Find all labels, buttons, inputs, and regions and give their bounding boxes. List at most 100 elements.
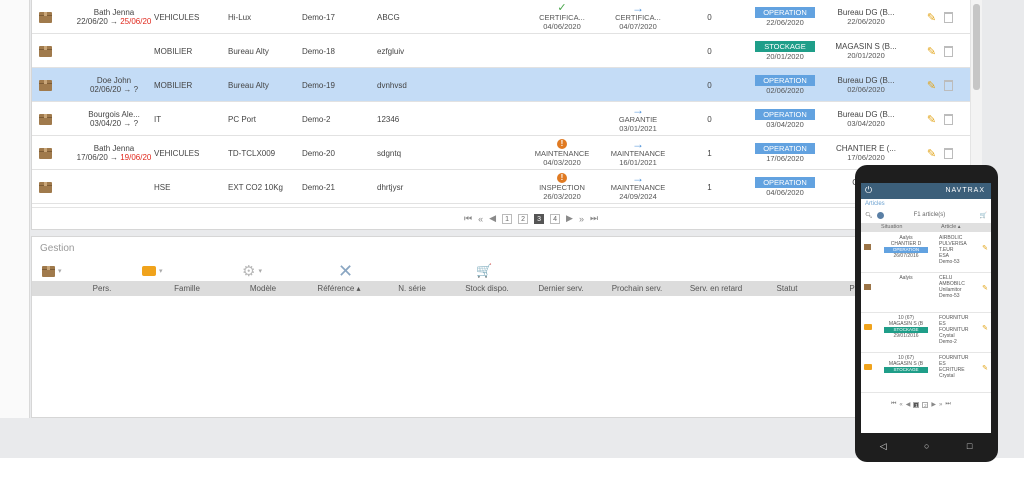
col-header-last-service[interactable]: Dernier serv.	[526, 281, 596, 296]
site-name: Bureau DG (B...	[837, 110, 895, 119]
phone-situation: Aalyis CHANTIER D OPERATION 26/07/2016	[875, 235, 937, 259]
phone-article-line-4: Demo-53	[939, 293, 960, 299]
row-icon-cell	[36, 68, 54, 102]
next-service-cell: → MAINTENANCE 16/01/2021	[598, 136, 678, 170]
date-to: ?	[133, 85, 139, 94]
edit-icon[interactable]: ✎	[927, 11, 936, 24]
clear-button[interactable]: ✕	[338, 261, 353, 281]
phone-head-article[interactable]: Article ▴	[941, 224, 961, 230]
phone-status-badge: STOCKAGE	[884, 367, 928, 373]
table-row[interactable]: Bath Jenna 17/06/20 → 19/06/20 VEHICULES TD…	[32, 136, 970, 170]
edit-icon[interactable]: ✎	[927, 79, 936, 92]
phone-pager: ⏮ « ◀ 1 2 ▶ » ⏭	[891, 401, 951, 408]
row-icon-cell	[36, 34, 54, 68]
phone-pager-first[interactable]: ⏮	[891, 401, 896, 408]
envelope-filter-dropdown[interactable]: ▾	[142, 261, 163, 281]
pager-page-4[interactable]: 4	[550, 213, 561, 224]
next-service-date: 16/01/2021	[619, 158, 657, 167]
cart-button[interactable]: 🛒	[476, 261, 492, 281]
phone-pager-last[interactable]: ⏭	[945, 401, 950, 408]
pager-next-fast-button[interactable]: »	[579, 214, 584, 224]
next-service-label: GARANTIE	[618, 115, 658, 124]
settings-dropdown[interactable]: ⚙ ▾	[242, 261, 262, 281]
box-filter-dropdown[interactable]: ▾	[42, 261, 62, 281]
phone-list-item[interactable]: 10 (6?) MAGASIN S (B STOCKAGE 29/01/2016 FOU…	[861, 313, 991, 353]
home-icon[interactable]: ○	[924, 441, 929, 451]
phone-pager-next[interactable]: ▶	[931, 401, 936, 408]
pager-prev-button[interactable]: ◀	[489, 213, 496, 224]
trash-icon[interactable]	[944, 11, 954, 23]
col-header-stock[interactable]: Stock dispo.	[452, 281, 522, 296]
phone-article: FOURNITUR ES FOURNITUR Crystal Demo-2	[939, 315, 979, 345]
table-row[interactable]: HSE EXT CO2 10Kg Demo-21 dhrtjysr! INSPECTIO…	[32, 170, 970, 204]
trash-icon[interactable]	[944, 113, 954, 125]
search-icon[interactable]: 🔍︎	[865, 212, 873, 219]
col-header-late-services[interactable]: Serv. en retard	[678, 281, 754, 296]
person-name: Bath Jenna	[93, 144, 135, 153]
table-row[interactable]: Doe John 02/06/20 → ? MOBILIER Bureau Alty D…	[32, 68, 970, 102]
phone-list-item[interactable]: 10 (67) MAGASIN S (B STOCKAGE FOURNITUR ES EC…	[861, 353, 991, 393]
phone-list-item[interactable]: Aalyis CHANTIER D OPERATION 26/07/2016 AIRBO…	[861, 233, 991, 273]
pager-page-2[interactable]: 2	[518, 213, 529, 224]
col-header-serial[interactable]: N. série	[377, 281, 447, 296]
power-icon[interactable]: ⏻	[865, 185, 872, 196]
edit-icon[interactable]: ✎	[927, 113, 936, 126]
model-cell: Bureau Alty	[228, 46, 269, 56]
edit-icon[interactable]: ✎	[982, 324, 988, 332]
pager-page-1[interactable]: 1	[502, 213, 513, 224]
edit-icon[interactable]: ✎	[982, 284, 988, 292]
cart-icon: 🛒	[476, 263, 493, 278]
phone-pager-prev[interactable]: ◀	[906, 401, 911, 408]
edit-icon[interactable]: ✎	[982, 364, 988, 372]
close-icon: ✕	[338, 261, 354, 281]
phone-pager-page-1[interactable]: 1	[913, 401, 920, 408]
phone-pager-prev-fast[interactable]: «	[899, 402, 902, 408]
edit-icon[interactable]: ✎	[927, 45, 936, 58]
edit-icon[interactable]: ✎	[982, 244, 988, 252]
assignment-dates: 17/06/20 → 19/06/20	[77, 153, 152, 162]
trash-icon[interactable]	[944, 45, 954, 57]
phone-pager-next-fast[interactable]: »	[939, 402, 942, 408]
reference-cell: Demo-21	[302, 182, 335, 192]
col-header-next-service[interactable]: Prochain serv.	[600, 281, 674, 296]
family-cell: VEHICULES	[154, 12, 200, 22]
col-header-model[interactable]: Modèle	[228, 281, 298, 296]
col-header-person[interactable]: Pers.	[72, 281, 132, 296]
phone-pager-page-2[interactable]: 2	[922, 401, 929, 408]
edit-icon[interactable]: ✎	[927, 147, 936, 160]
trash-icon[interactable]	[944, 79, 954, 91]
next-service-cell	[598, 34, 678, 68]
gestion-title: Gestion	[40, 243, 75, 254]
assignment-dates: 02/06/20 → ?	[90, 85, 138, 94]
table-row[interactable]: MOBILIER Bureau Alty Demo-18 ezfgluiv 0 STOCK…	[32, 34, 970, 68]
reference-cell: Demo-17	[302, 12, 335, 22]
phone-head-situation[interactable]: Situation	[881, 224, 902, 230]
table-row[interactable]: Bourgois Ale... 03/04/20 → ? IT PC Port Demo…	[32, 102, 970, 136]
row-actions: ✎	[914, 68, 966, 102]
last-service-cell: ! INSPECTION 26/03/2020	[522, 170, 602, 204]
serial-cell: 12346	[377, 114, 400, 124]
col-header-reference[interactable]: Référence ▴	[304, 281, 374, 296]
pager-page-3[interactable]: 3	[534, 213, 545, 224]
trash-icon[interactable]	[944, 147, 954, 159]
recents-icon[interactable]: □	[967, 441, 972, 451]
status-cell: OPERATION 22/06/2020	[748, 0, 822, 34]
pager-prev-fast-button[interactable]: «	[478, 214, 483, 224]
col-header-family[interactable]: Famille	[152, 281, 222, 296]
pager-last-button[interactable]: ⏭	[590, 213, 598, 224]
cart-icon[interactable]: 🛒	[980, 212, 987, 219]
phone-article: AIRBOLIC PULVERISA T.EUR ESA Demo-53	[939, 235, 979, 265]
status-date: 02/06/2020	[766, 86, 804, 95]
back-icon[interactable]: ◁	[880, 441, 887, 452]
table-row[interactable]: Bath Jenna 22/06/20 → 25/06/20 VEHICULES Hi…	[32, 0, 970, 34]
serial-cell: ABCG	[377, 12, 400, 22]
pager-next-button[interactable]: ▶	[566, 213, 573, 224]
pager-first-button[interactable]: ⏮	[464, 213, 472, 224]
scrollbar-thumb[interactable]	[973, 4, 980, 90]
col-header-status[interactable]: Statut	[754, 281, 820, 296]
last-service-cell: ✓ CERTIFICA... 04/06/2020	[522, 0, 602, 34]
phone-list-item[interactable]: Aalyis CELU AMBOBILC Unilamitor Demo-53 ✎	[861, 273, 991, 313]
date-arrow: →	[110, 17, 121, 26]
add-icon[interactable]	[876, 211, 884, 219]
phone-nav-bar: ◁ ○ □	[861, 437, 991, 455]
